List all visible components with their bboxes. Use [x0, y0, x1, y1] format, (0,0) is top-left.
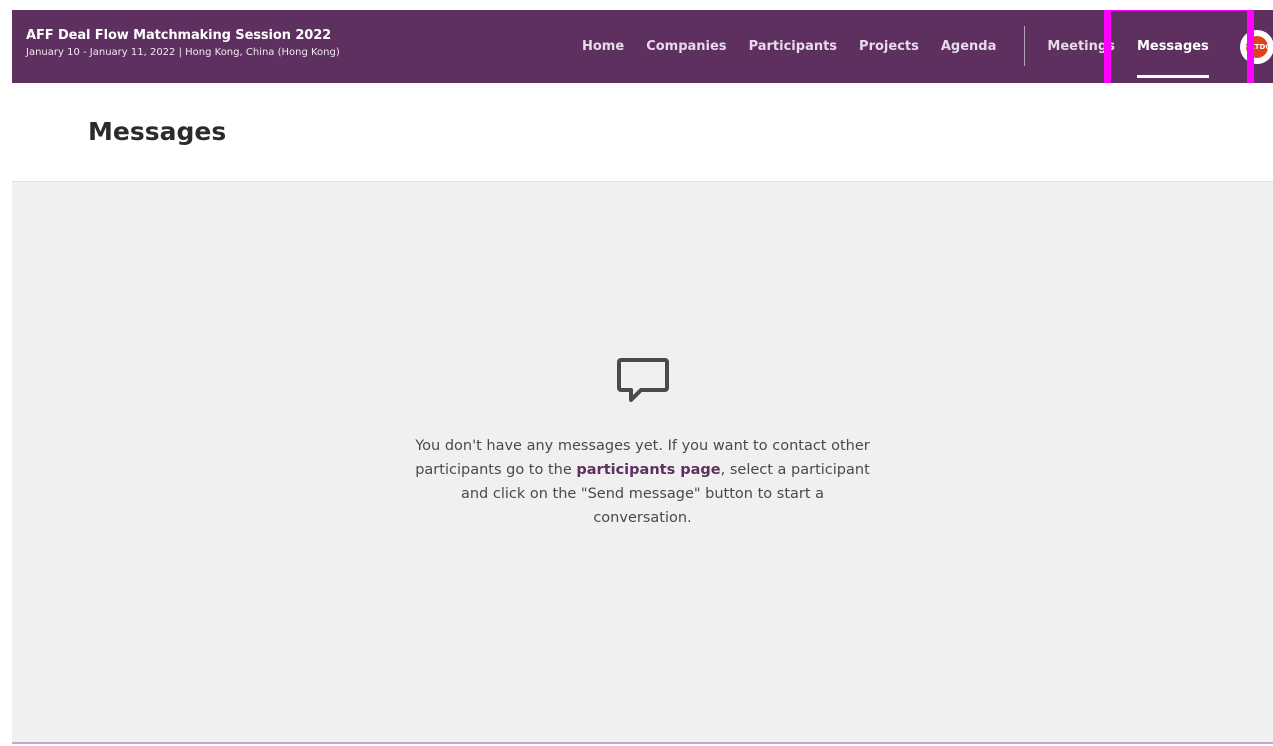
organizer-logo: HKTDC: [1244, 36, 1271, 58]
participants-page-link[interactable]: participants page: [576, 462, 720, 478]
event-title: AFF Deal Flow Matchmaking Session 2022: [26, 28, 332, 43]
messages-content: You don't have any messages yet. If you …: [12, 182, 1273, 744]
main-nav: Home Companies Participants Projects Age…: [582, 26, 1231, 78]
empty-state-message: You don't have any messages yet. If you …: [413, 434, 873, 530]
nav-companies[interactable]: Companies: [646, 39, 726, 54]
nav-participants[interactable]: Participants: [749, 39, 837, 54]
chat-bubble-icon: [616, 358, 669, 402]
nav-meetings[interactable]: Meetings: [1047, 39, 1115, 54]
page-title: Messages: [88, 117, 227, 146]
page-header: Messages: [12, 83, 1273, 182]
empty-state: You don't have any messages yet. If you …: [12, 352, 1273, 530]
top-navigation-bar: AFF Deal Flow Matchmaking Session 2022 J…: [12, 10, 1273, 83]
nav-messages[interactable]: Messages: [1136, 39, 1209, 78]
app-frame: AFF Deal Flow Matchmaking Session 2022 J…: [12, 10, 1273, 746]
nav-home[interactable]: Home: [582, 39, 624, 54]
event-dates-location: January 10 - January 11, 2022 | Hong Kon…: [26, 47, 340, 58]
nav-projects[interactable]: Projects: [859, 39, 919, 54]
nav-divider: [1024, 26, 1026, 66]
user-avatar[interactable]: HKTDC: [1240, 30, 1273, 64]
nav-agenda[interactable]: Agenda: [941, 39, 997, 54]
event-brand[interactable]: AFF Deal Flow Matchmaking Session 2022 J…: [26, 28, 340, 60]
